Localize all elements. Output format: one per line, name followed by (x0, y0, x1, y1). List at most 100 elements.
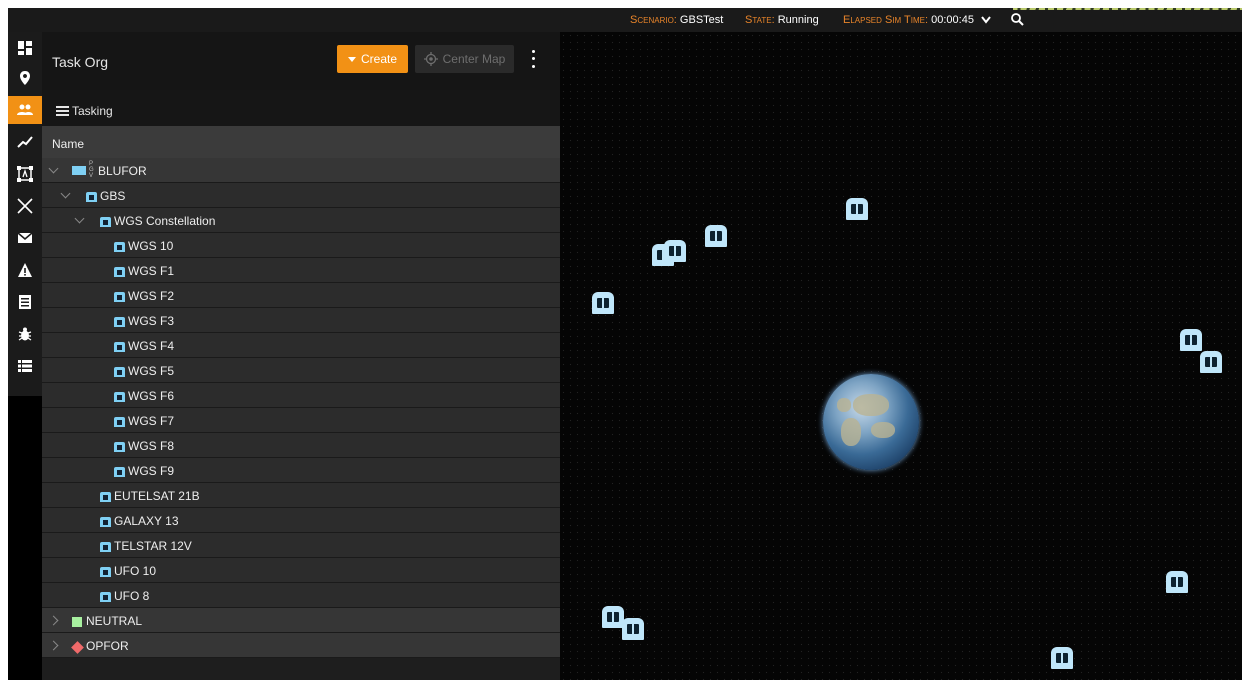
tree-row[interactable]: UFO 8 (42, 583, 560, 608)
search-icon[interactable] (1011, 13, 1024, 26)
tree-row-label: WGS F9 (128, 464, 175, 478)
more-options-icon[interactable] (526, 48, 540, 70)
rail-dashboard[interactable] (8, 34, 42, 62)
tree-row[interactable]: GALAXY 13 (42, 508, 560, 533)
crosshair-icon (423, 52, 438, 66)
satellite-icon (100, 516, 111, 530)
tree-row-label: WGS F7 (128, 414, 175, 428)
tree-row[interactable]: WGS F4 (42, 333, 560, 358)
people-icon (17, 104, 33, 115)
tasking-label: Tasking (72, 104, 113, 118)
tree-row[interactable]: WGS F8 (42, 433, 560, 458)
chevron-down-icon[interactable] (981, 16, 991, 24)
tree-row-label: WGS F1 (128, 264, 175, 278)
name-column-label: Name (52, 137, 85, 151)
satellite-icon (100, 541, 111, 555)
tree-row-label: WGS F6 (128, 389, 175, 403)
tree-row-label: EUTELSAT 21B (114, 489, 200, 503)
map-pin-icon (20, 71, 30, 85)
create-label: Create (360, 52, 398, 66)
satellite-icon (86, 191, 97, 205)
chevron-down-icon[interactable] (48, 163, 59, 174)
satellite-icon (114, 441, 125, 455)
satellite-marker-icon[interactable] (592, 292, 614, 314)
satellite-marker-icon[interactable] (1180, 329, 1202, 351)
crossed-swords-icon (17, 198, 33, 214)
elapsed-label: Elapsed Sim Time (843, 14, 931, 26)
rail-task-org[interactable] (8, 96, 42, 124)
tree-row-label: UFO 10 (114, 564, 157, 578)
chevron-down-icon[interactable] (74, 213, 85, 224)
scenario-label: Scenario (630, 14, 680, 26)
satellite-marker-icon[interactable] (846, 198, 868, 220)
earth-globe-icon[interactable] (823, 374, 919, 470)
satellite-marker-icon[interactable] (664, 240, 686, 262)
chevron-down-icon[interactable] (60, 188, 71, 199)
satellite-icon (114, 266, 125, 280)
tasking-toggle[interactable]: Tasking (42, 90, 560, 126)
map-preview-thumbnail (1013, 8, 1242, 10)
rail-text-frame[interactable] (8, 160, 42, 188)
tree-row[interactable]: TELSTAR 12V (42, 533, 560, 558)
chevron-right-icon[interactable] (48, 640, 59, 651)
scenario-status: ScenarioGBSTest (630, 14, 723, 26)
satellite-marker-icon[interactable] (1051, 647, 1073, 669)
dashboard-icon (18, 41, 32, 55)
chevron-right-icon[interactable] (48, 615, 59, 626)
tree-row-label: WGS F5 (128, 364, 175, 378)
center-map-label: Center Map (442, 52, 506, 66)
list-lines-icon (56, 106, 69, 116)
satellite-marker-icon[interactable] (622, 618, 644, 640)
tree-row[interactable]: WGS F7 (42, 408, 560, 433)
elapsed-time-status[interactable]: Elapsed Sim Time00:00:45 (843, 14, 991, 26)
center-map-button[interactable]: Center Map (415, 45, 514, 73)
tree-row[interactable]: WGS F3 (42, 308, 560, 333)
task-org-tree: P G V BLUFOR GBS WGS Constellation WGS 10 WGS… (42, 158, 560, 658)
task-org-panel: Task Org Create Center Map Tasking Name … (42, 32, 560, 680)
warning-icon (18, 263, 32, 277)
satellite-marker-icon[interactable] (1200, 351, 1222, 373)
rail-debug[interactable] (8, 320, 42, 348)
blufor-tag: P G V (89, 161, 94, 179)
tree-row[interactable]: OPFOR (42, 633, 560, 658)
blufor-flag-icon (72, 166, 86, 180)
satellite-icon (114, 316, 125, 330)
caret-down-icon (347, 56, 356, 62)
tree-row[interactable]: P G V BLUFOR (42, 158, 560, 183)
rail-analytics[interactable] (8, 128, 42, 156)
tree-row[interactable]: WGS Constellation (42, 208, 560, 233)
tree-row-label: OPFOR (86, 639, 129, 653)
satellite-marker-icon[interactable] (602, 606, 624, 628)
rail-list[interactable] (8, 352, 42, 380)
rail-engagements[interactable] (8, 192, 42, 220)
create-button[interactable]: Create (337, 45, 408, 73)
rail-documents[interactable] (8, 288, 42, 316)
satellite-marker-icon[interactable] (1166, 571, 1188, 593)
tree-row-label: BLUFOR (98, 164, 147, 178)
tree-row-label: WGS 10 (128, 239, 174, 253)
satellite-marker-icon[interactable] (705, 225, 727, 247)
name-column-header[interactable]: Name (42, 126, 560, 158)
tree-row-label: NEUTRAL (86, 614, 143, 628)
tree-row-label: TELSTAR 12V (114, 539, 192, 553)
tree-row[interactable]: WGS F2 (42, 283, 560, 308)
tree-row[interactable]: WGS F5 (42, 358, 560, 383)
rail-locations[interactable] (8, 64, 42, 92)
scenario-value: GBSTest (679, 14, 724, 26)
tree-row[interactable]: WGS F1 (42, 258, 560, 283)
tree-row[interactable]: WGS 10 (42, 233, 560, 258)
rail-alerts[interactable] (8, 256, 42, 284)
tree-row[interactable]: EUTELSAT 21B (42, 483, 560, 508)
space-map-view[interactable] (560, 32, 1242, 680)
tree-row[interactable]: WGS F9 (42, 458, 560, 483)
left-icon-rail (8, 32, 42, 396)
tree-row[interactable]: GBS (42, 183, 560, 208)
satellite-icon (114, 366, 125, 380)
satellite-icon (114, 416, 125, 430)
tree-row[interactable]: UFO 10 (42, 558, 560, 583)
satellite-icon (114, 291, 125, 305)
tree-row[interactable]: WGS F6 (42, 383, 560, 408)
tree-row[interactable]: NEUTRAL (42, 608, 560, 633)
panel-header: Task Org Create Center Map (42, 32, 560, 90)
rail-messages[interactable] (8, 224, 42, 252)
